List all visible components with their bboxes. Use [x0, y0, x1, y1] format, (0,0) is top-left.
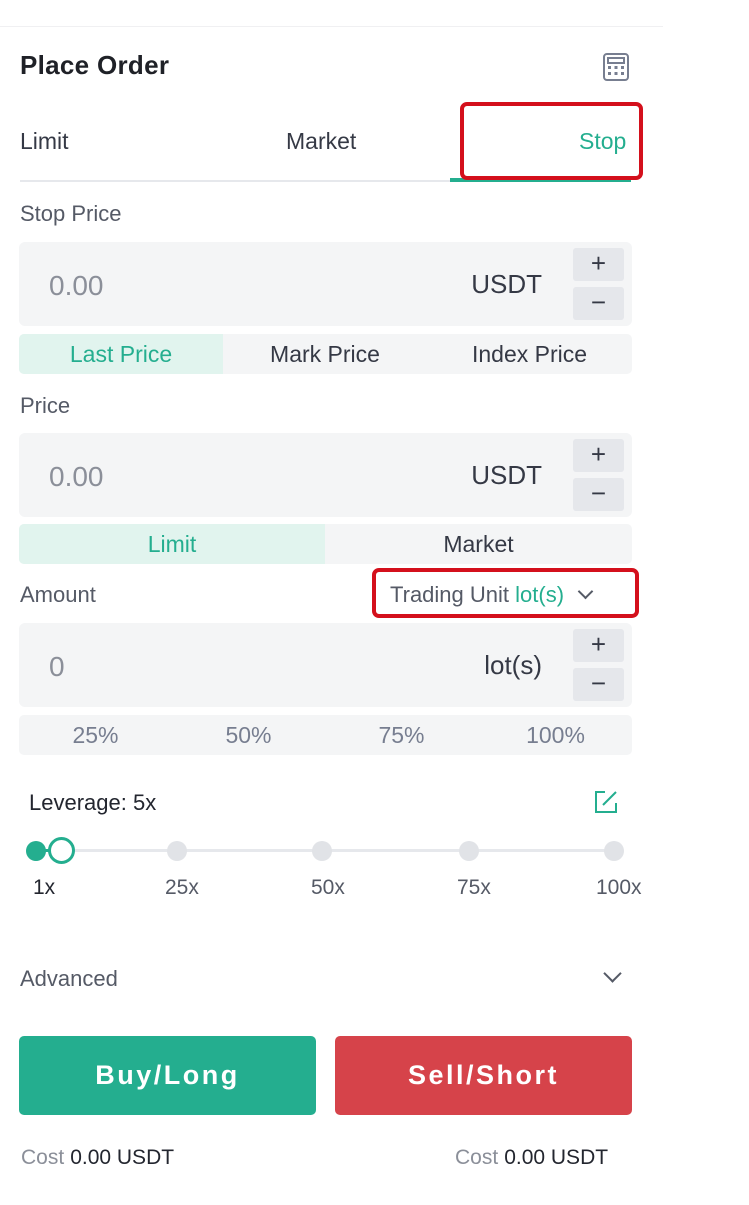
leverage-tick-75x: 75x	[457, 876, 491, 899]
chevron-down-icon[interactable]	[603, 964, 622, 983]
leverage-stop-75x[interactable]	[459, 841, 479, 861]
trigger-mark-price[interactable]: Mark Price	[223, 334, 427, 374]
leverage-tick-1x: 1x	[33, 876, 56, 899]
stop-trigger-selector: Last Price Mark Price Index Price	[19, 334, 632, 374]
buy-cost-label: Cost	[21, 1146, 65, 1169]
trigger-last-price[interactable]: Last Price	[19, 334, 223, 374]
highlight-box-stop-tab	[460, 102, 643, 180]
leverage-tick-50x: 50x	[311, 876, 345, 899]
price-type-market[interactable]: Market	[325, 524, 632, 564]
stop-price-input[interactable]: 0.00	[49, 270, 104, 302]
leverage-slider-handle[interactable]	[48, 837, 75, 864]
price-type-selector: Limit Market	[19, 524, 632, 564]
price-increment-button[interactable]: +	[573, 439, 624, 472]
leverage-stop-25x[interactable]	[167, 841, 187, 861]
price-input[interactable]: 0.00	[49, 461, 104, 493]
stop-price-unit: USDT	[471, 269, 542, 299]
price-type-limit[interactable]: Limit	[19, 524, 325, 564]
sell-short-button[interactable]: Sell/Short	[335, 1036, 632, 1115]
amount-decrement-button[interactable]: −	[573, 668, 624, 701]
buy-long-button[interactable]: Buy/Long	[19, 1036, 316, 1115]
percent-50-button[interactable]: 50%	[172, 715, 325, 755]
panel-title: Place Order	[20, 50, 170, 80]
price-unit: USDT	[471, 460, 542, 490]
leverage-tick-100x: 100x	[596, 876, 642, 899]
top-divider	[0, 26, 663, 27]
buy-cost-value: 0.00 USDT	[70, 1146, 175, 1169]
price-field[interactable]: 0.00 USDT + −	[19, 433, 632, 517]
leverage-stop-1x[interactable]	[26, 841, 46, 861]
advanced-toggle[interactable]: Advanced	[20, 966, 118, 992]
trigger-index-price[interactable]: Index Price	[427, 334, 632, 374]
sell-cost-label: Cost	[455, 1146, 499, 1169]
leverage-tick-25x: 25x	[165, 876, 199, 899]
buy-cost: Cost 0.00 USDT	[21, 1146, 174, 1170]
leverage-stop-100x[interactable]	[604, 841, 624, 861]
amount-label: Amount	[20, 582, 96, 607]
leverage-stop-50x[interactable]	[312, 841, 332, 861]
tab-limit[interactable]: Limit	[20, 128, 69, 155]
stop-price-increment-button[interactable]: +	[573, 248, 624, 281]
price-decrement-button[interactable]: −	[573, 478, 624, 511]
highlight-box-trading-unit	[372, 568, 639, 618]
percent-100-button[interactable]: 100%	[479, 715, 632, 755]
leverage-label: Leverage: 5x	[29, 790, 157, 815]
tab-market[interactable]: Market	[286, 128, 356, 155]
percent-25-button[interactable]: 25%	[19, 715, 172, 755]
amount-percentage-selector: 25% 50% 75% 100%	[19, 715, 632, 755]
sell-cost: Cost 0.00 USDT	[455, 1146, 608, 1170]
price-label: Price	[20, 393, 71, 418]
sell-cost-value: 0.00 USDT	[504, 1146, 609, 1169]
percent-75-button[interactable]: 75%	[325, 715, 478, 755]
amount-unit: lot(s)	[484, 650, 542, 680]
stop-price-decrement-button[interactable]: −	[573, 287, 624, 320]
amount-field[interactable]: 0 lot(s) + −	[19, 623, 632, 707]
calculator-icon[interactable]	[601, 52, 631, 82]
stop-price-field[interactable]: 0.00 USDT + −	[19, 242, 632, 326]
stop-price-label: Stop Price	[20, 201, 122, 226]
amount-input[interactable]: 0	[49, 651, 65, 683]
amount-increment-button[interactable]: +	[573, 629, 624, 662]
edit-icon[interactable]	[592, 788, 620, 816]
